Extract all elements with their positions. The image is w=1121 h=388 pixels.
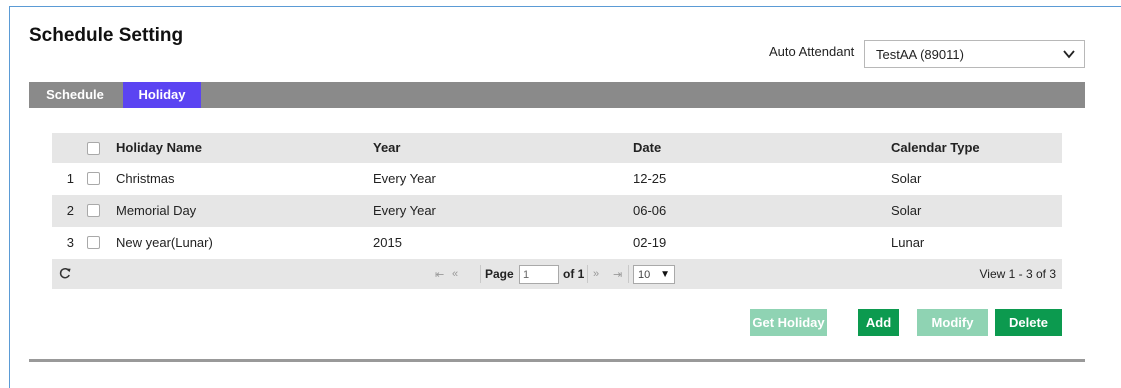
page-title: Schedule Setting <box>29 25 184 46</box>
modify-button[interactable]: Modify <box>917 309 988 336</box>
page-total-label: of 1 <box>563 267 585 281</box>
tab-schedule[interactable]: Schedule <box>29 82 121 108</box>
header-date[interactable]: Date <box>633 140 661 155</box>
row-number: 1 <box>66 171 74 186</box>
select-all-checkbox[interactable] <box>87 142 100 155</box>
grid-pager: ⇤ « Page of 1 » ⇥ 10 ▼ View 1 - 3 of 3 <box>52 259 1062 289</box>
auto-attendant-value: TestAA (89011) <box>876 47 964 62</box>
chevron-down-icon <box>1063 50 1075 59</box>
page-size-value: 10 <box>638 269 651 281</box>
row-number: 2 <box>66 203 74 218</box>
delete-button[interactable]: Delete <box>995 309 1062 336</box>
auto-attendant-label: Auto Attendant <box>769 44 855 59</box>
header-year[interactable]: Year <box>373 140 400 155</box>
last-page-icon[interactable]: ⇥ <box>613 259 622 289</box>
pager-divider <box>587 265 588 283</box>
dropdown-arrow-icon: ▼ <box>660 269 670 280</box>
view-record-count: View 1 - 3 of 3 <box>979 267 1057 281</box>
holiday-name-cell: New year(Lunar) <box>116 235 213 250</box>
header-holiday-name[interactable]: Holiday Name <box>116 140 202 155</box>
prev-page-icon[interactable]: « <box>452 259 458 289</box>
date-cell: 02-19 <box>633 235 667 250</box>
next-page-icon[interactable]: » <box>593 259 599 289</box>
year-cell: Every Year <box>373 171 436 186</box>
pager-divider <box>480 265 481 283</box>
grid-header-row: Holiday Name Year Date Calendar Type <box>52 133 1062 163</box>
bottom-divider <box>29 359 1085 362</box>
page-size-select[interactable]: 10 ▼ <box>633 265 675 284</box>
refresh-icon[interactable] <box>58 266 72 280</box>
pager-divider <box>628 265 629 283</box>
row-checkbox[interactable] <box>87 204 100 217</box>
year-cell: 2015 <box>373 235 402 250</box>
table-row[interactable]: 3 New year(Lunar) 2015 02-19 Lunar <box>52 227 1062 259</box>
table-row[interactable]: 2 Memorial Day Every Year 06-06 Solar <box>52 195 1062 227</box>
calendar-type-cell: Lunar <box>891 235 925 250</box>
table-row[interactable]: 1 Christmas Every Year 12-25 Solar <box>52 163 1062 195</box>
row-checkbox[interactable] <box>87 236 100 249</box>
row-number: 3 <box>66 235 74 250</box>
page-number-input[interactable] <box>519 265 559 284</box>
year-cell: Every Year <box>373 203 436 218</box>
first-page-icon[interactable]: ⇤ <box>435 259 444 289</box>
calendar-type-cell: Solar <box>891 203 922 218</box>
header-calendar-type[interactable]: Calendar Type <box>891 140 980 155</box>
add-button[interactable]: Add <box>858 309 899 336</box>
row-checkbox[interactable] <box>87 172 100 185</box>
auto-attendant-select[interactable]: TestAA (89011) <box>864 40 1085 68</box>
date-cell: 12-25 <box>633 171 667 186</box>
get-holiday-button[interactable]: Get Holiday <box>750 309 827 336</box>
holiday-grid: Holiday Name Year Date Calendar Type 1 C… <box>52 133 1062 289</box>
holiday-name-cell: Christmas <box>116 171 175 186</box>
holiday-name-cell: Memorial Day <box>116 203 197 218</box>
tab-bar: Schedule Holiday <box>29 82 1085 108</box>
calendar-type-cell: Solar <box>891 171 922 186</box>
tab-holiday[interactable]: Holiday <box>123 82 201 108</box>
page-label: Page <box>485 267 514 281</box>
date-cell: 06-06 <box>633 203 667 218</box>
